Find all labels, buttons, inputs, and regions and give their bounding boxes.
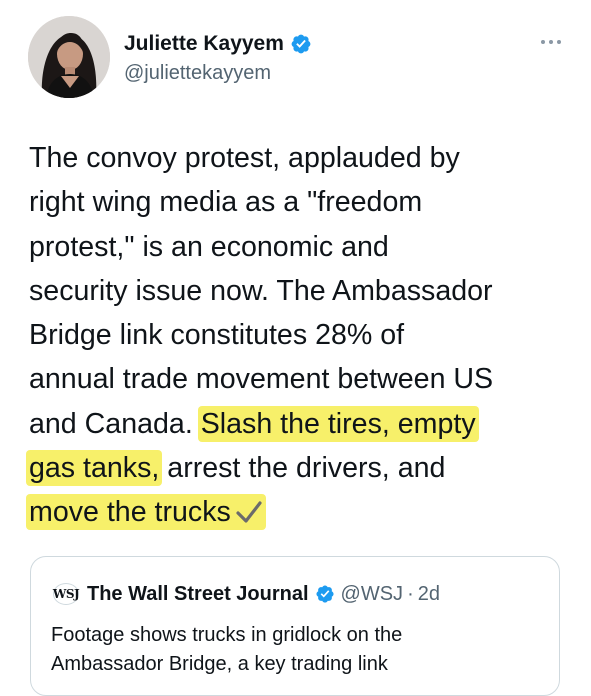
author-name[interactable]: Juliette Kayyem [124, 32, 284, 56]
quoted-text-line: Ambassador Bridge, a key trading link [51, 653, 388, 675]
separator-dot: · [407, 582, 414, 605]
tweet-text-plain: and Canada. [29, 407, 201, 440]
check-mark-icon [236, 501, 262, 523]
tweet-text: The convoy protest, applauded by right w… [26, 136, 581, 535]
verified-badge-icon [291, 34, 311, 54]
highlighted-text-with-check: move the trucks [26, 494, 266, 531]
quoted-tweet-header: WSJ The Wall Street Journal @WSJ · 2d [53, 581, 440, 607]
highlighted-text: gas tanks, [26, 450, 163, 487]
quoted-tweet-text: Footage shows trucks in gridlock on the … [51, 621, 551, 679]
tweet-text-plain: arrest the drivers, and [159, 452, 446, 485]
tweet-text-line: right wing media as a "freedom [29, 186, 423, 219]
quoted-text-line: Footage shows trucks in gridlock on the [51, 624, 403, 646]
highlighted-text: Slash the tires, empty [197, 405, 479, 442]
tweet-text-line: annual trade movement between US [29, 363, 494, 396]
tweet-text-line: gas tanks, arrest the drivers, and [26, 446, 581, 490]
tweet-text-line: The convoy protest, applauded by [29, 142, 460, 174]
quoted-author-handle: @WSJ [340, 582, 404, 605]
author-handle[interactable]: @juliettekayyem [124, 62, 271, 85]
more-dot [549, 40, 553, 44]
profile-photo [28, 16, 110, 98]
quoted-timestamp: 2d [417, 582, 440, 605]
wsj-logo: WSJ [53, 583, 80, 605]
tweet-text-line: security issue now. The Ambassador [29, 274, 493, 307]
tweet-text-line: and Canada. Slash the tires, empty [29, 402, 581, 446]
more-dot [557, 40, 561, 44]
tweet-text-line: Bridge link constitutes 28% of [29, 319, 405, 352]
verified-badge-icon [315, 585, 334, 603]
avatar[interactable] [28, 16, 110, 98]
highlighted-text: move the trucks [29, 496, 231, 529]
tweet-text-line: move the trucks [26, 490, 581, 534]
author-row: Juliette Kayyem [124, 31, 312, 57]
tweet-text-line: protest," is an economic and [29, 230, 389, 263]
quoted-author-name: The Wall Street Journal [87, 582, 309, 605]
quoted-tweet[interactable]: WSJ The Wall Street Journal @WSJ · 2d Fo… [30, 556, 560, 696]
more-options-icon[interactable] [541, 38, 565, 46]
more-dot [541, 40, 545, 44]
